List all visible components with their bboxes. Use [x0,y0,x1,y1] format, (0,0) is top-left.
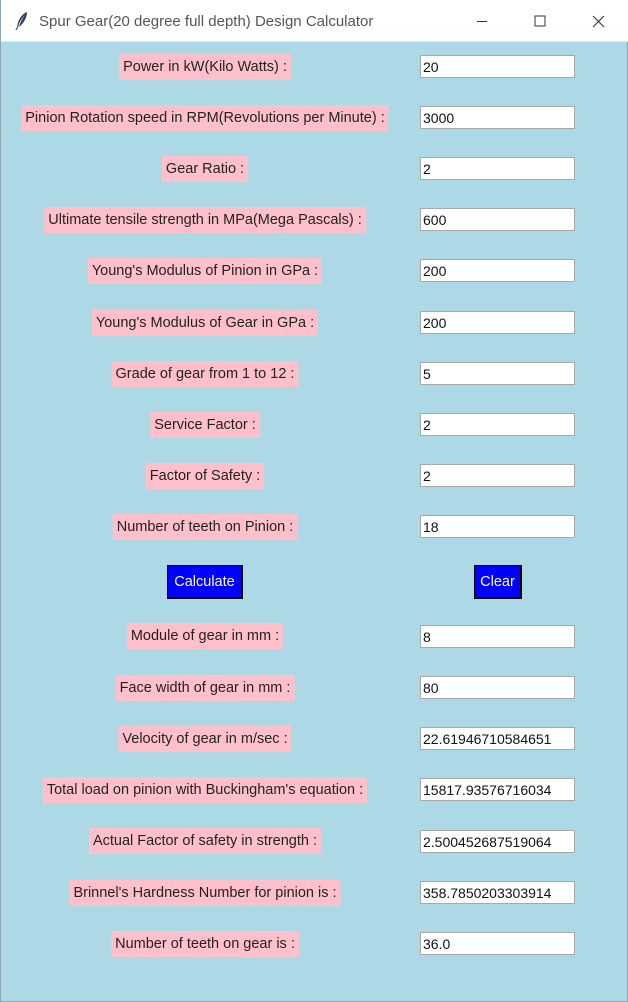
gear-ratio-input[interactable] [420,157,575,180]
feather-icon [15,11,29,31]
service-factor-input[interactable] [420,413,575,436]
label-velocity: Velocity of gear in m/sec : [118,726,292,752]
gear-grade-input[interactable] [420,362,575,385]
module-output[interactable] [420,625,575,648]
factor-of-safety-input[interactable] [420,464,575,487]
gear-modulus-input[interactable] [420,311,575,334]
label-module: Module of gear in mm : [126,623,284,649]
total-load-output[interactable] [420,778,575,801]
label-pinion-teeth: Number of teeth on Pinion : [112,514,298,540]
label-actual-safety: Actual Factor of safety in strength : [88,828,322,854]
maximize-icon [534,15,546,27]
hardness-output[interactable] [420,881,575,904]
pinion-modulus-input[interactable] [420,259,575,282]
velocity-output[interactable] [420,727,575,750]
label-factor-of-safety: Factor of Safety : [145,463,265,489]
clear-button[interactable]: Clear [474,565,522,599]
close-icon [592,15,605,28]
label-gear-grade: Grade of gear from 1 to 12 : [111,361,299,387]
label-gear-modulus: Young's Modulus of Gear in GPa : [91,310,319,336]
power-input[interactable] [420,55,575,78]
minimize-button[interactable] [453,0,511,42]
tensile-strength-input[interactable] [420,208,575,231]
label-service-factor: Service Factor : [150,412,260,438]
title-bar: Spur Gear(20 degree full depth) Design C… [1,0,628,42]
minimize-icon [476,15,488,27]
calculate-button[interactable]: Calculate [167,565,243,599]
close-button[interactable] [569,0,627,42]
app-window: Spur Gear(20 degree full depth) Design C… [0,0,628,1002]
label-face-width: Face width of gear in mm : [115,675,295,701]
pinion-speed-input[interactable] [420,106,575,129]
label-power: Power in kW(Kilo Watts) : [119,54,291,80]
face-width-output[interactable] [420,676,575,699]
label-total-load: Total load on pinion with Buckingham's e… [42,777,368,803]
maximize-button[interactable] [511,0,569,42]
label-hardness: Brinnel's Hardness Number for pinion is … [69,880,341,906]
label-gear-teeth: Number of teeth on gear is : [111,931,299,957]
pinion-teeth-input[interactable] [420,515,575,538]
label-gear-ratio: Gear Ratio : [161,156,249,182]
label-pinion-speed: Pinion Rotation speed in RPM(Revolutions… [21,105,389,131]
label-tensile-strength: Ultimate tensile strength in MPa(Mega Pa… [44,207,366,233]
gear-teeth-output[interactable] [420,932,575,955]
actual-safety-output[interactable] [420,830,575,853]
window-title: Spur Gear(20 degree full depth) Design C… [39,13,374,30]
label-pinion-modulus: Young's Modulus of Pinion in GPa : [87,258,323,284]
